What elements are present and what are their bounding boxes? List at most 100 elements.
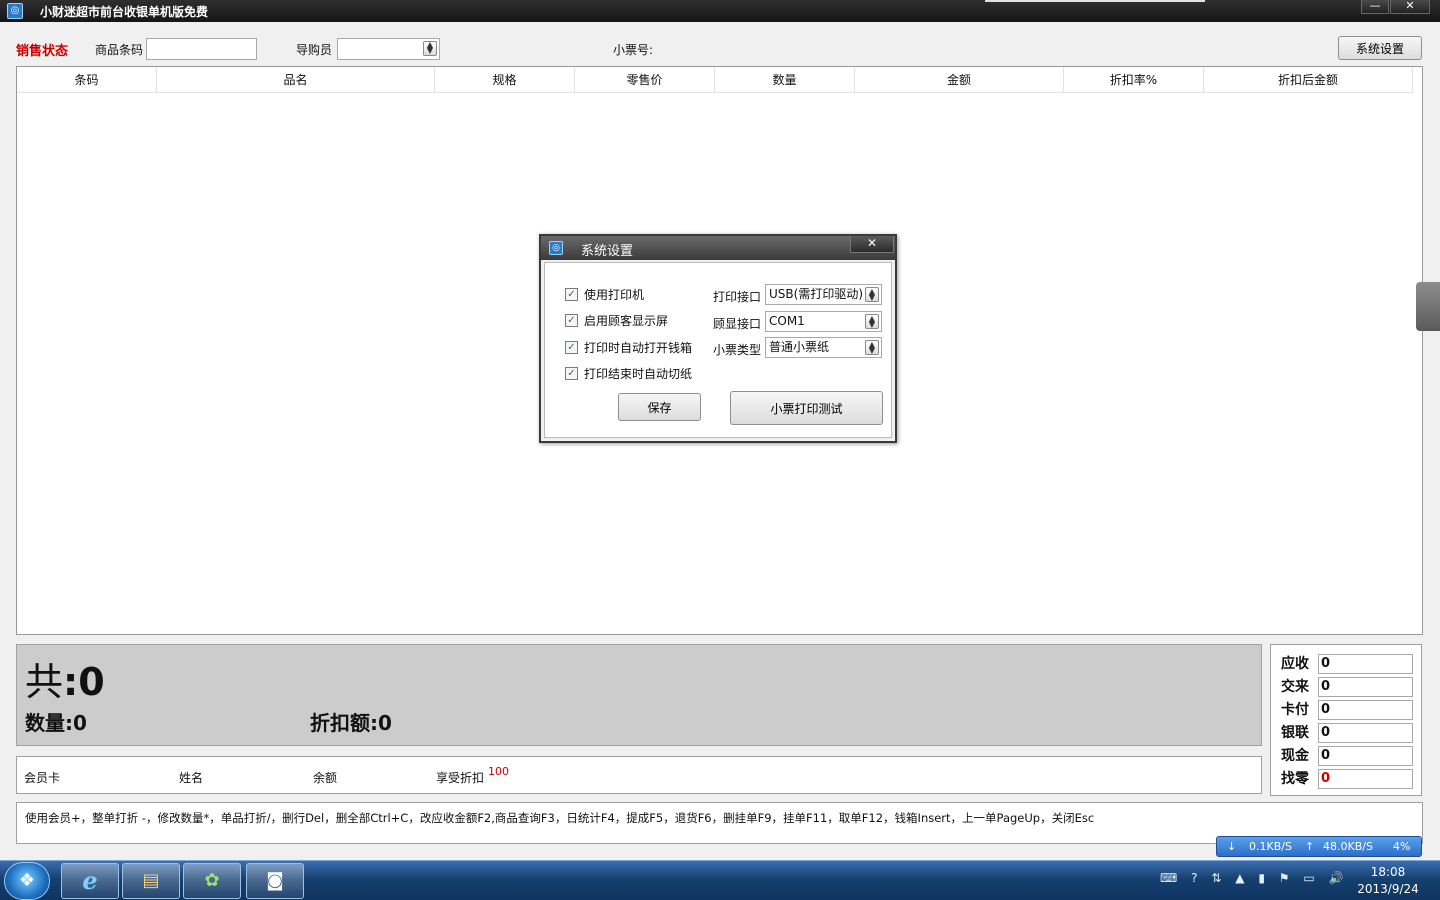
folder-icon: ▤ — [142, 870, 160, 891]
action-center-flag-icon[interactable]: ⚑ — [1279, 871, 1290, 885]
updown-arrow-icon[interactable]: ▲ ▼ — [423, 41, 437, 56]
upload-speed: 48.0KB/S — [1323, 840, 1373, 853]
clock-time[interactable]: 18:08 — [1358, 865, 1418, 879]
checkbox-check-icon[interactable]: ✓ — [565, 288, 578, 301]
shortcut-help: 使用会员+，整单打折 -，修改数量*，单品打折/，删行Del，删全部Ctrl+C… — [16, 802, 1423, 844]
display-port-label: 顾显接口 — [713, 317, 762, 331]
side-dock-handle[interactable] — [1416, 282, 1440, 331]
show-hidden-icons-icon[interactable]: ▲ — [1235, 871, 1244, 885]
window-title-bar: ◎ 小财迷超市前台收银单机版免费 — ✕ — [0, 0, 1440, 22]
paid-field[interactable]: 0 — [1318, 677, 1413, 697]
ticket-type-select[interactable]: 普通小票纸 ▲ ▼ — [765, 337, 882, 358]
help-icon[interactable]: ? — [1191, 871, 1197, 885]
dialog-title-bar: ◎ 系统设置 ✕ — [541, 236, 895, 260]
print-test-button[interactable]: 小票打印测试 — [730, 391, 883, 425]
use-printer-label: 使用打印机 — [584, 288, 645, 302]
dialog-title: 系统设置 — [581, 244, 634, 259]
customer-display-checkbox[interactable]: ✓ 启用顾客显示屏 — [565, 312, 668, 328]
member-name-label: 姓名 — [179, 771, 204, 785]
ticket-number-label: 小票号: — [613, 43, 654, 57]
member-card-label: 会员卡 — [24, 771, 61, 785]
network-speed-widget[interactable]: ↓ 0.1KB/S ↑ 48.0KB/S 4% — [1216, 836, 1422, 857]
updown-arrow-icon[interactable]: ▲ ▼ — [865, 340, 879, 355]
updown-arrow-icon[interactable]: ▲ ▼ — [865, 314, 879, 329]
ticket-type-value: 普通小票纸 — [769, 340, 830, 354]
save-button[interactable]: 保存 — [618, 393, 701, 421]
title-bar-decoration — [985, 0, 1205, 2]
keyboard-icon[interactable]: ⌨ — [1160, 871, 1177, 885]
system-tray: ⌨ ? ⇅ ▲ ▮ ⚑ ▭ 🔊 — [1160, 871, 1350, 891]
use-printer-checkbox[interactable]: ✓ 使用打印机 — [565, 286, 644, 302]
app-icon: ✿ — [204, 870, 220, 891]
start-button[interactable]: ❖ — [4, 862, 50, 900]
member-balance-label: 余额 — [313, 771, 338, 785]
card-row: 卡付 0 — [1281, 700, 1415, 720]
member-panel: 会员卡 姓名 余额 享受折扣 100 — [16, 756, 1262, 794]
discount-amount-value: 0 — [378, 711, 392, 735]
cash-field[interactable]: 0 — [1318, 746, 1413, 766]
paid-label: 交来 — [1281, 679, 1309, 695]
clock-date[interactable]: 2013/9/24 — [1352, 882, 1424, 896]
dialog-close-button[interactable]: ✕ — [850, 236, 894, 253]
upload-icon: ↑ — [1305, 840, 1315, 853]
col-price[interactable]: 零售价 — [575, 67, 715, 93]
auto-cut-checkbox[interactable]: ✓ 打印结束时自动切纸 — [565, 365, 692, 381]
taskbar-browser[interactable]: e — [61, 863, 119, 899]
discount-amount: 折扣额:0 — [310, 711, 392, 735]
unionpay-field[interactable]: 0 — [1318, 723, 1413, 743]
quantity-total: 数量:0 — [25, 711, 87, 735]
member-discount-label: 享受折扣 — [436, 771, 485, 785]
taskbar-cashier-app[interactable]: ◙ — [246, 863, 304, 899]
cash-row: 现金 0 — [1281, 746, 1415, 766]
display-port-select[interactable]: COM1 ▲ ▼ — [765, 311, 882, 332]
paid-row: 交来 0 — [1281, 677, 1415, 697]
member-discount-value: 100 — [488, 765, 509, 778]
checkbox-check-icon[interactable]: ✓ — [565, 314, 578, 327]
col-amount[interactable]: 金额 — [855, 67, 1064, 93]
card-label: 卡付 — [1281, 702, 1309, 718]
col-quantity[interactable]: 数量 — [715, 67, 855, 93]
col-spec[interactable]: 规格 — [435, 67, 575, 93]
receivable-field[interactable]: 0 — [1318, 654, 1413, 674]
card-field[interactable]: 0 — [1318, 700, 1413, 720]
taskbar-file-explorer[interactable]: ▤ — [122, 863, 180, 899]
quantity-label: 数量 — [25, 711, 65, 735]
sale-status-label: 销售状态 — [16, 44, 69, 59]
guide-label: 导购员 — [296, 43, 333, 57]
close-button[interactable]: ✕ — [1390, 0, 1430, 14]
grid-header: 条码 品名 规格 零售价 数量 金额 折扣率% 折扣后金额 — [17, 67, 1413, 93]
updown-arrow-icon[interactable]: ▲ ▼ — [865, 287, 879, 302]
open-drawer-checkbox[interactable]: ✓ 打印时自动打开钱箱 — [565, 339, 692, 355]
change-label: 找零 — [1281, 771, 1309, 787]
dialog-app-icon: ◎ — [549, 241, 563, 255]
col-barcode[interactable]: 条码 — [17, 67, 157, 93]
checkbox-check-icon[interactable]: ✓ — [565, 341, 578, 354]
total-count: 共:0 — [25, 660, 105, 704]
change-row: 找零 0 — [1281, 769, 1415, 789]
network-icon[interactable]: ▭ — [1303, 871, 1314, 885]
usb-icon[interactable]: ▮ — [1258, 871, 1265, 885]
col-name[interactable]: 品名 — [157, 67, 435, 93]
system-settings-button[interactable]: 系统设置 — [1338, 36, 1422, 60]
print-port-select[interactable]: USB(需打印驱动) ▲ ▼ — [765, 284, 882, 305]
change-field[interactable]: 0 — [1318, 769, 1413, 789]
checkbox-check-icon[interactable]: ✓ — [565, 367, 578, 380]
cashier-app-icon: ◙ — [266, 870, 284, 891]
cpu-usage: 4% — [1393, 840, 1411, 853]
col-discounted-amount[interactable]: 折扣后金额 — [1204, 67, 1413, 93]
barcode-label: 商品条码 — [95, 43, 144, 57]
download-speed: 0.1KB/S — [1249, 840, 1292, 853]
system-settings-dialog: ◎ 系统设置 ✕ ✓ 使用打印机 ✓ 启用顾客显示屏 ✓ 打印时自动打开钱箱 ✓ 打印结… — [539, 234, 897, 443]
unionpay-row: 银联 0 — [1281, 723, 1415, 743]
ticket-type-label: 小票类型 — [713, 343, 762, 357]
taskbar-app[interactable]: ✿ — [183, 863, 241, 899]
display-port-value: COM1 — [769, 314, 805, 328]
sync-icon[interactable]: ⇅ — [1211, 871, 1221, 885]
summary-panel: 共:0 数量:0 折扣额:0 — [16, 644, 1262, 746]
volume-icon[interactable]: 🔊 — [1329, 871, 1344, 885]
barcode-input[interactable] — [146, 38, 257, 60]
minimize-button[interactable]: — — [1361, 0, 1389, 14]
col-discount-rate[interactable]: 折扣率% — [1064, 67, 1204, 93]
guide-select[interactable]: ▲ ▼ — [337, 38, 440, 60]
total-label: 共 — [25, 660, 64, 704]
